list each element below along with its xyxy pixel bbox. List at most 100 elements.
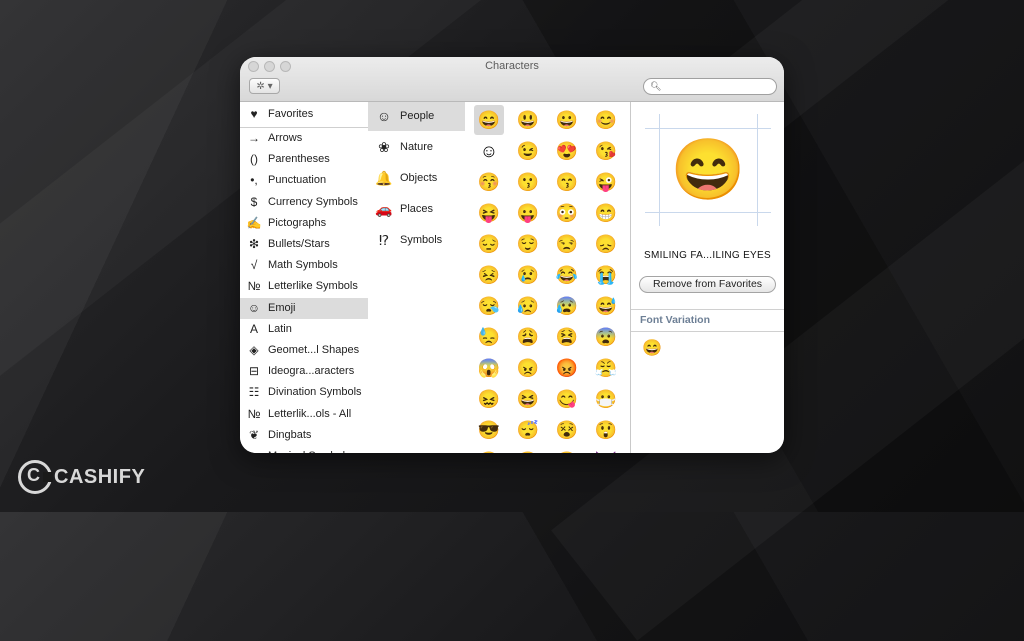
diamond-shape-icon: ◈ bbox=[249, 343, 259, 357]
emoji-cell[interactable]: 😭 bbox=[591, 260, 621, 290]
dollar-icon: $ bbox=[250, 194, 258, 209]
emoji-cell[interactable]: 😳 bbox=[552, 198, 582, 228]
numero-icon: № bbox=[247, 279, 261, 294]
category-item[interactable]: № Letterlik...ols - All bbox=[240, 404, 368, 425]
category-item[interactable]: () Parentheses bbox=[240, 149, 368, 170]
emoji-cell[interactable]: 😢 bbox=[513, 260, 543, 290]
emoji-cell[interactable]: 😍 bbox=[552, 136, 582, 166]
emoji-cell[interactable]: 😴 bbox=[513, 415, 543, 445]
emoji-cell[interactable]: 😝 bbox=[474, 198, 504, 228]
emoji-cell[interactable]: 😨 bbox=[591, 322, 621, 352]
emoji-cell[interactable]: 😥 bbox=[513, 291, 543, 321]
category-label: Bullets/Stars bbox=[268, 238, 330, 250]
emoji-cell[interactable]: 😜 bbox=[591, 167, 621, 197]
category-item[interactable]: $ Currency Symbols bbox=[240, 192, 368, 213]
emoji-cell[interactable]: 😣 bbox=[474, 260, 504, 290]
emoji-cell[interactable]: 😦 bbox=[513, 446, 543, 453]
emoji-cell[interactable]: 😅 bbox=[591, 291, 621, 321]
emoji-cell[interactable]: 😛 bbox=[513, 198, 543, 228]
category-item[interactable]: √ Math Symbols bbox=[240, 255, 368, 276]
category-list: ♥ Favorites → Arrows () Parentheses •, Punctuat… bbox=[240, 102, 369, 453]
emoji-grid: 😄 😃 😀 😊 ☺ 😉 😍 😘 😚 😗 😙 😜 😝 😛 😳 😁 😔 😌 😒 😞 😣 😢 😂 😭 😪 😥 😰 😅 😓 😩 😫 😨 😱 😠 😡 😤 😖 😆 😋 😷… bbox=[465, 102, 631, 453]
smiley-face-icon: ☺ bbox=[376, 108, 392, 124]
emoji-cell[interactable]: 😡 bbox=[552, 353, 582, 383]
emoji-cell[interactable]: 😪 bbox=[474, 291, 504, 321]
emoji-cell[interactable]: 😰 bbox=[552, 291, 582, 321]
search-field[interactable]: 🔍︎ bbox=[643, 78, 777, 95]
category-label: Letterlik...ols - All bbox=[268, 407, 352, 420]
category-item[interactable]: → Arrows bbox=[240, 128, 368, 149]
emoji-cell[interactable]: 😄 bbox=[474, 105, 504, 135]
subcategory-item[interactable]: ⁉ Symbols bbox=[368, 226, 465, 255]
emoji-cell[interactable]: ☺ bbox=[474, 136, 504, 166]
category-item[interactable]: ☷ Divination Symbols bbox=[240, 382, 368, 403]
emoji-cell[interactable]: 😔 bbox=[474, 229, 504, 259]
emoji-cell[interactable]: 😈 bbox=[591, 446, 621, 453]
logo-letter: C bbox=[27, 465, 40, 485]
font-variation-item[interactable]: 😄 bbox=[641, 338, 663, 360]
category-item[interactable]: ◈ Geomet...l Shapes bbox=[240, 340, 368, 361]
emoji-cell[interactable]: 😁 bbox=[591, 198, 621, 228]
parentheses-icon: () bbox=[250, 152, 258, 167]
category-item[interactable]: ✍ Pictographs bbox=[240, 213, 368, 234]
emoji-cell[interactable]: 😊 bbox=[591, 105, 621, 135]
square-root-icon: √ bbox=[250, 258, 258, 273]
subcategory-item[interactable]: ☺ People bbox=[368, 102, 465, 131]
emoji-cell[interactable]: 😞 bbox=[591, 229, 621, 259]
emoji-cell[interactable]: 😲 bbox=[591, 415, 621, 445]
emoji-cell[interactable]: 😂 bbox=[552, 260, 582, 290]
category-item[interactable]: ⊟ Ideogra...aracters bbox=[240, 361, 368, 382]
subcategory-label: Objects bbox=[400, 172, 438, 184]
category-item[interactable]: № Letterlike Symbols bbox=[240, 276, 368, 297]
ideograph-icon: ⊟ bbox=[248, 364, 260, 379]
emoji-cell[interactable]: 😓 bbox=[474, 322, 504, 352]
category-item[interactable]: ❦ Dingbats bbox=[240, 425, 368, 446]
category-item[interactable]: ♥ Favorites bbox=[240, 104, 368, 125]
subcategory-item[interactable]: ❀ Nature bbox=[368, 133, 465, 162]
smiley-icon: ☺ bbox=[247, 300, 261, 315]
category-item[interactable]: •, Punctuation bbox=[240, 170, 368, 191]
emoji-cell[interactable]: 😆 bbox=[513, 384, 543, 414]
emoji-cell[interactable]: 😧 bbox=[552, 446, 582, 453]
emoji-cell[interactable]: 😀 bbox=[552, 105, 582, 135]
category-item[interactable]: ♪ Musical Symbols bbox=[240, 446, 368, 453]
divider bbox=[240, 127, 368, 128]
subcategory-item[interactable]: 🚗 Places bbox=[368, 195, 465, 224]
subcategory-list: ☺ People ❀ Nature 🔔 Objects 🚗 Places ⁉ Symbols bbox=[368, 102, 466, 453]
subcategory-item[interactable]: 🔔 Objects bbox=[368, 164, 465, 193]
emoji-cell[interactable]: 😚 bbox=[474, 167, 504, 197]
category-label: Ideogra...aracters bbox=[268, 365, 355, 378]
emoji-cell[interactable]: 😫 bbox=[552, 322, 582, 352]
character-name: SMILING FA...ILING EYES bbox=[644, 250, 771, 261]
emoji-cell[interactable]: 😋 bbox=[552, 384, 582, 414]
category-label: Letterlike Symbols bbox=[268, 280, 358, 293]
remove-from-favorites-button[interactable]: Remove from Favorites bbox=[639, 276, 776, 293]
action-menu-button[interactable]: ✲ ▾ bbox=[249, 78, 280, 94]
emoji-cell[interactable]: 😱 bbox=[474, 353, 504, 383]
emoji-cell[interactable]: 😘 bbox=[591, 136, 621, 166]
emoji-cell[interactable]: 😗 bbox=[513, 167, 543, 197]
category-label: Favorites bbox=[268, 108, 314, 120]
emoji-cell[interactable]: 😖 bbox=[474, 384, 504, 414]
emoji-cell[interactable]: 😉 bbox=[513, 136, 543, 166]
category-item[interactable]: ❇ Bullets/Stars bbox=[240, 234, 368, 255]
category-item[interactable]: ☺ Emoji bbox=[240, 297, 368, 319]
emoji-cell[interactable]: 😟 bbox=[474, 446, 504, 453]
emoji-cell[interactable]: 😤 bbox=[591, 353, 621, 383]
emoji-cell[interactable]: 😃 bbox=[513, 105, 543, 135]
title-bar: Characters ✲ ▾ 🔍︎ bbox=[240, 57, 784, 102]
emoji-cell[interactable]: 😵 bbox=[552, 415, 582, 445]
emoji-cell[interactable]: 😙 bbox=[552, 167, 582, 197]
emoji-cell[interactable]: 😒 bbox=[552, 229, 582, 259]
category-item[interactable]: A Latin bbox=[240, 319, 368, 340]
character-preview: 😄 bbox=[645, 114, 771, 226]
category-label: Geomet...l Shapes bbox=[268, 344, 360, 356]
brand-name: CASHIFY bbox=[54, 466, 146, 488]
emoji-cell[interactable]: 😩 bbox=[513, 322, 543, 352]
emoji-cell[interactable]: 😌 bbox=[513, 229, 543, 259]
search-input[interactable] bbox=[662, 80, 768, 93]
emoji-cell[interactable]: 😎 bbox=[474, 415, 504, 445]
subcategory-label: Symbols bbox=[400, 234, 443, 246]
emoji-cell[interactable]: 😷 bbox=[591, 384, 621, 414]
emoji-cell[interactable]: 😠 bbox=[513, 353, 543, 383]
